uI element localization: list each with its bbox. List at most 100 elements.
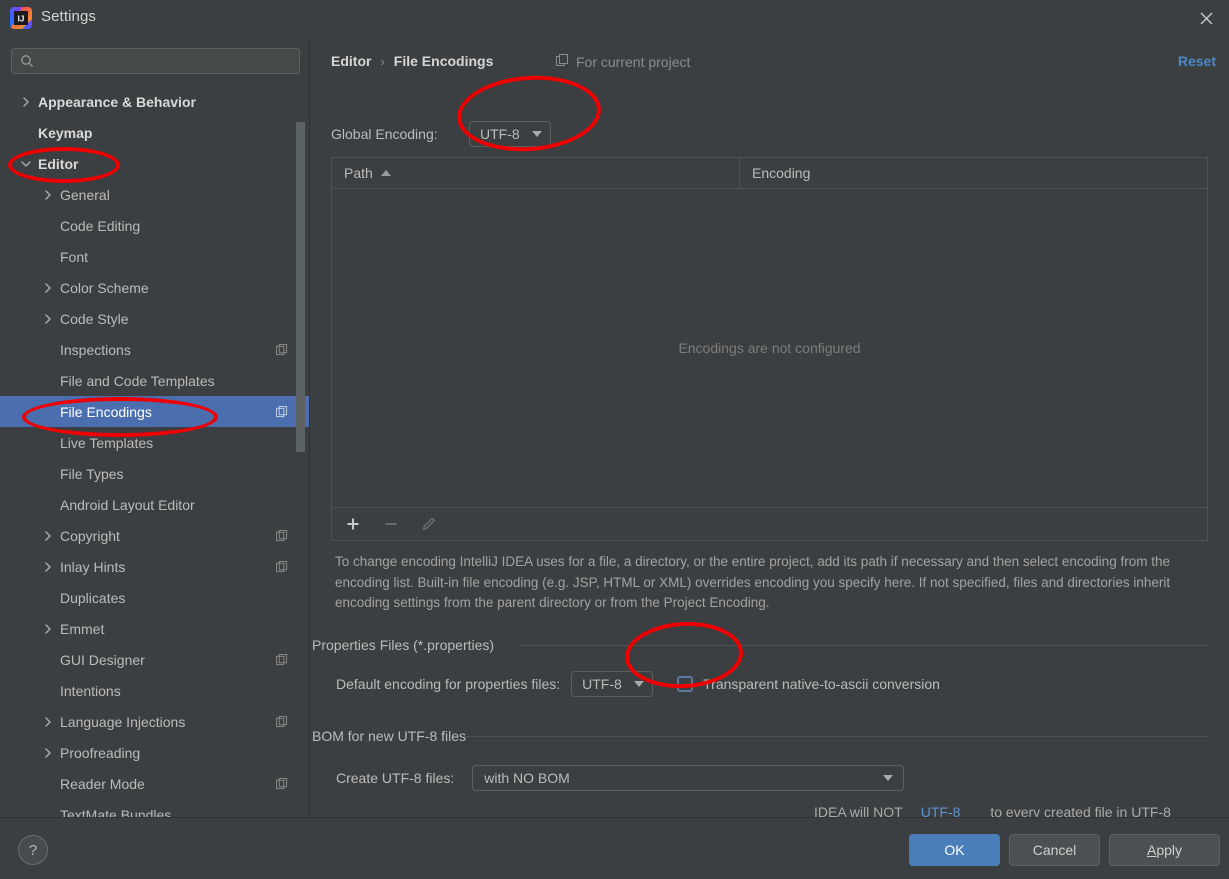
sidebar-item-label: TextMate Bundles bbox=[60, 806, 172, 818]
sort-ascending-icon bbox=[380, 170, 391, 176]
apply-button[interactable]: Apply bbox=[1109, 834, 1220, 866]
chevron-right-icon[interactable] bbox=[40, 559, 56, 575]
global-encoding-label: Global Encoding: bbox=[331, 126, 438, 142]
sidebar-item-color-scheme[interactable]: Color Scheme bbox=[0, 272, 309, 303]
chevron-right-icon[interactable] bbox=[40, 311, 56, 327]
sidebar-item-copyright[interactable]: Copyright bbox=[0, 520, 309, 551]
bom-group-title: BOM for new UTF-8 files bbox=[312, 728, 476, 744]
sidebar-item-editor[interactable]: Editor bbox=[0, 148, 309, 179]
bom-group-line bbox=[462, 736, 1208, 737]
table-empty-message: Encodings are not configured bbox=[678, 340, 861, 356]
sidebar-item-label: Intentions bbox=[60, 682, 121, 699]
settings-sidebar: Appearance & Behavior Keymap Editor General… bbox=[0, 36, 310, 817]
column-header-path-label: Path bbox=[344, 165, 373, 181]
encodings-table: Path Encoding Encodings are not configur… bbox=[331, 157, 1208, 508]
settings-content: Editor › File Encodings For current proj… bbox=[311, 36, 1229, 836]
sidebar-item-label: Duplicates bbox=[60, 589, 126, 606]
copy-scope-icon bbox=[276, 560, 288, 573]
intellij-idea-logo-icon: IJ bbox=[10, 7, 32, 29]
column-header-encoding[interactable]: Encoding bbox=[740, 158, 1207, 188]
sidebar-item-label: File and Code Templates bbox=[60, 372, 215, 389]
help-button[interactable]: ? bbox=[18, 835, 48, 865]
minus-icon[interactable] bbox=[382, 515, 400, 533]
chevron-right-icon[interactable] bbox=[40, 621, 56, 637]
sidebar-item-label: File Types bbox=[60, 465, 124, 482]
sidebar-item-label: Font bbox=[60, 248, 89, 265]
breadcrumb: Editor › File Encodings bbox=[331, 53, 493, 69]
sidebar-item-inspections[interactable]: Inspections bbox=[0, 334, 309, 365]
sidebar-item-file-and-code-templates[interactable]: File and Code Templates bbox=[0, 365, 309, 396]
copy-scope-icon bbox=[276, 653, 288, 666]
sidebar-item-code-editing[interactable]: Code Editing bbox=[0, 210, 309, 241]
sidebar-item-label: Proofreading bbox=[60, 744, 141, 761]
svg-text:IJ: IJ bbox=[18, 15, 25, 24]
sidebar-item-label: Editor bbox=[38, 155, 79, 172]
close-icon[interactable] bbox=[1183, 0, 1229, 36]
sidebar-item-file-types[interactable]: File Types bbox=[0, 458, 309, 489]
sidebar-item-proofreading[interactable]: Proofreading bbox=[0, 737, 309, 768]
settings-dialog: IJ Settings Appearance & Behavior Keymap… bbox=[0, 0, 1229, 879]
cancel-button[interactable]: Cancel bbox=[1009, 834, 1100, 866]
sidebar-item-android-layout-editor[interactable]: Android Layout Editor bbox=[0, 489, 309, 520]
default-properties-encoding-value: UTF-8 bbox=[582, 676, 622, 692]
sidebar-item-intentions[interactable]: Intentions bbox=[0, 675, 309, 706]
table-body[interactable]: Encodings are not configured bbox=[332, 189, 1207, 507]
search-box[interactable] bbox=[11, 48, 300, 74]
chevron-down-icon[interactable] bbox=[18, 156, 34, 172]
sidebar-item-duplicates[interactable]: Duplicates bbox=[0, 582, 309, 613]
sidebar-item-language-injections[interactable]: Language Injections bbox=[0, 706, 309, 737]
default-properties-encoding-row: Default encoding for properties files: U… bbox=[336, 671, 940, 697]
sidebar-item-label: Copyright bbox=[60, 527, 120, 544]
ok-button[interactable]: OK bbox=[909, 834, 1000, 866]
search-input[interactable] bbox=[34, 53, 299, 69]
plus-icon[interactable] bbox=[344, 515, 362, 533]
sidebar-item-general[interactable]: General bbox=[0, 179, 309, 210]
chevron-right-icon[interactable] bbox=[40, 714, 56, 730]
chevron-down-icon bbox=[634, 681, 645, 687]
breadcrumb-parent[interactable]: Editor bbox=[331, 53, 371, 69]
chevron-right-icon[interactable] bbox=[40, 280, 56, 296]
sidebar-item-appearance-behavior[interactable]: Appearance & Behavior bbox=[0, 86, 309, 117]
sidebar-item-label: Live Templates bbox=[60, 434, 154, 451]
scope-label: For current project bbox=[576, 54, 691, 70]
reset-link[interactable]: Reset bbox=[1178, 53, 1216, 69]
sidebar-item-reader-mode[interactable]: Reader Mode bbox=[0, 768, 309, 799]
column-header-path[interactable]: Path bbox=[332, 158, 740, 188]
sidebar-item-emmet[interactable]: Emmet bbox=[0, 613, 309, 644]
sidebar-item-keymap[interactable]: Keymap bbox=[0, 117, 309, 148]
scope-indicator: For current project bbox=[556, 54, 690, 70]
search-icon bbox=[20, 54, 34, 68]
window-title: Settings bbox=[41, 8, 96, 25]
global-encoding-dropdown[interactable]: UTF-8 bbox=[469, 121, 551, 147]
sidebar-item-textmate-bundles[interactable]: TextMate Bundles bbox=[0, 799, 309, 818]
sidebar-item-font[interactable]: Font bbox=[0, 241, 309, 272]
search-field-wrapper bbox=[11, 48, 300, 74]
chevron-right-icon[interactable] bbox=[40, 528, 56, 544]
transparent-native-to-ascii-label: Transparent native-to-ascii conversion bbox=[703, 676, 940, 692]
copy-scope-icon bbox=[276, 405, 288, 418]
column-header-encoding-label: Encoding bbox=[752, 165, 811, 181]
settings-tree: Appearance & Behavior Keymap Editor General… bbox=[0, 86, 309, 818]
breadcrumb-current: File Encodings bbox=[393, 53, 494, 69]
sidebar-item-label: General bbox=[60, 186, 110, 203]
sidebar-scrollbar-thumb[interactable] bbox=[296, 122, 305, 452]
chevron-down-icon bbox=[883, 775, 894, 781]
sidebar-item-live-templates[interactable]: Live Templates bbox=[0, 427, 309, 458]
transparent-native-to-ascii-checkbox[interactable] bbox=[677, 676, 694, 692]
encodings-hint-text: To change encoding IntelliJ IDEA uses fo… bbox=[335, 554, 1171, 610]
chevron-right-icon[interactable] bbox=[18, 94, 34, 110]
sidebar-item-file-encodings[interactable]: File Encodings bbox=[0, 396, 309, 427]
pencil-icon[interactable] bbox=[420, 515, 438, 533]
sidebar-item-inlay-hints[interactable]: Inlay Hints bbox=[0, 551, 309, 582]
sidebar-item-label: Code Style bbox=[60, 310, 129, 327]
default-properties-encoding-dropdown[interactable]: UTF-8 bbox=[571, 671, 654, 697]
chevron-right-icon[interactable] bbox=[40, 745, 56, 761]
sidebar-item-gui-designer[interactable]: GUI Designer bbox=[0, 644, 309, 675]
create-utf8-files-dropdown[interactable]: with NO BOM bbox=[472, 765, 905, 791]
default-properties-encoding-label: Default encoding for properties files: bbox=[336, 676, 561, 692]
sidebar-item-label: Inspections bbox=[60, 341, 131, 358]
sidebar-item-code-style[interactable]: Code Style bbox=[0, 303, 309, 334]
chevron-right-icon[interactable] bbox=[40, 187, 56, 203]
sidebar-item-label: Code Editing bbox=[60, 217, 141, 234]
copy-scope-icon bbox=[556, 54, 569, 70]
